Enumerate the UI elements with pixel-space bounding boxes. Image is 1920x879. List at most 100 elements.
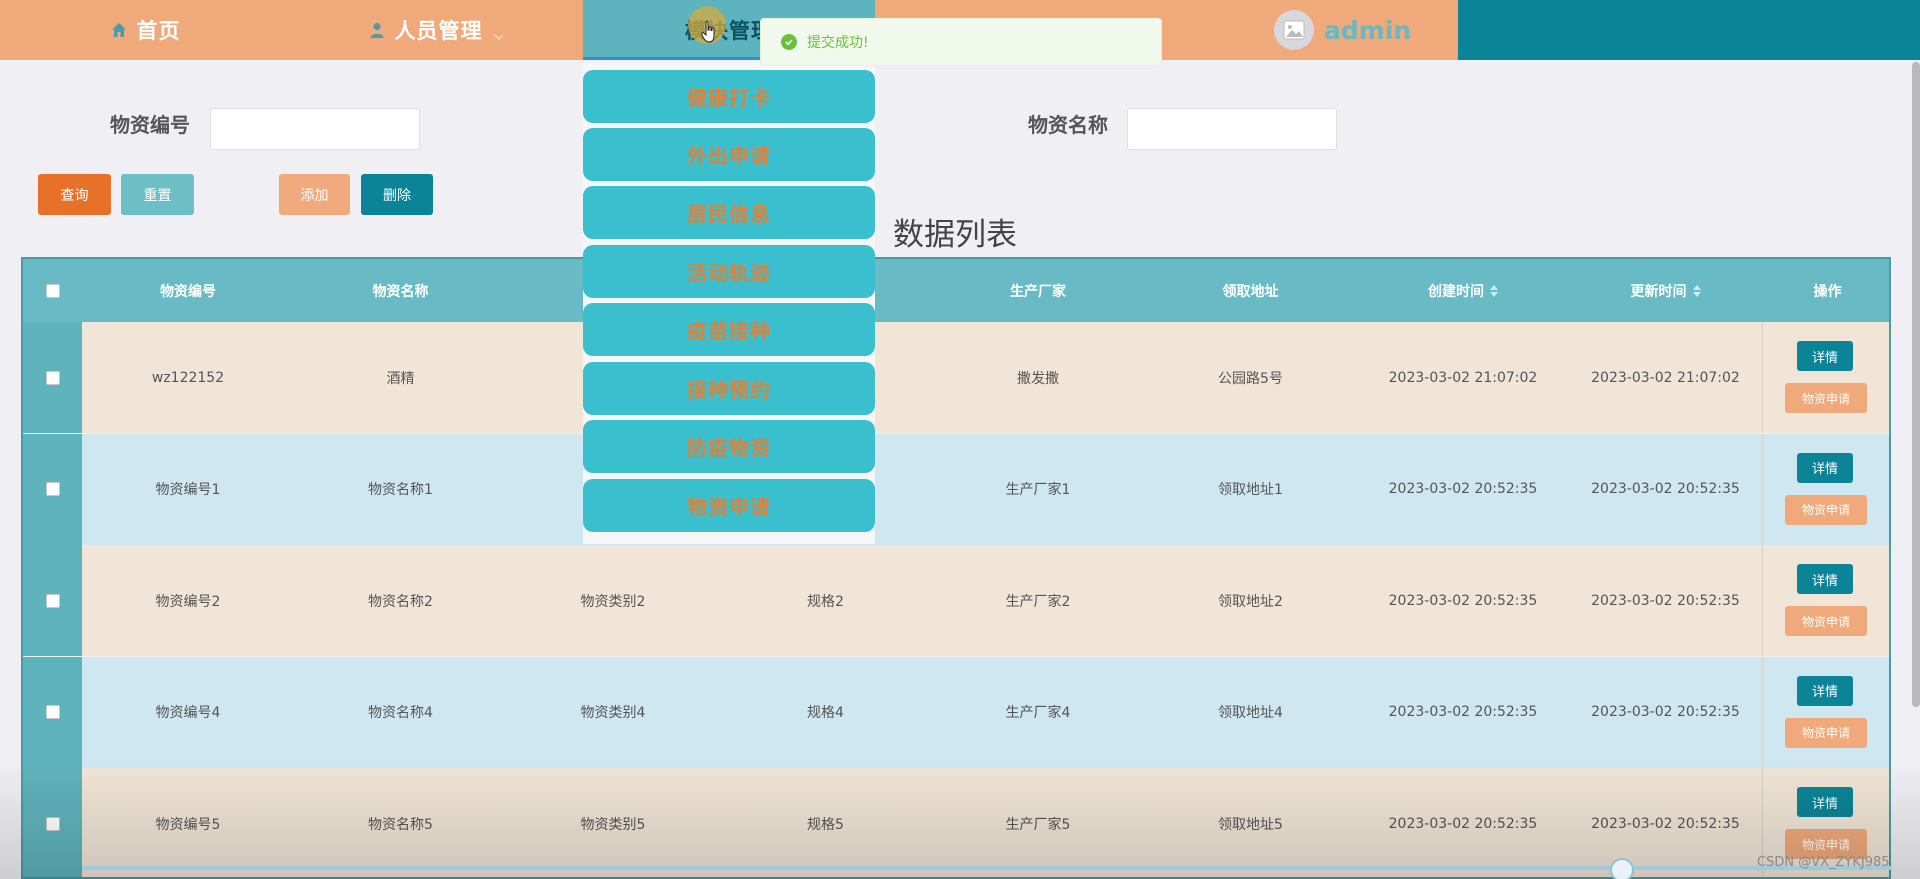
cell-manufacturer: 生产厂家5 — [1005, 816, 1071, 833]
row-checkbox[interactable] — [23, 768, 82, 877]
cell-created-time: 2023-03-02 21:07:02 — [1388, 369, 1538, 386]
cell-created-time: 2023-03-02 20:52:35 — [1388, 704, 1538, 720]
nav-home-label: 首页 — [136, 19, 181, 43]
cell-spec: 规格4 — [807, 705, 844, 721]
material-code-input[interactable] — [210, 108, 420, 150]
query-button[interactable]: 查询 — [38, 174, 111, 215]
row-checkbox[interactable] — [23, 322, 82, 433]
row-checkbox[interactable] — [23, 656, 82, 768]
cell-manufacturer: 生产厂家4 — [1005, 705, 1071, 721]
material-name-label: 物资名称 — [1028, 113, 1108, 137]
header-updated-time-label: 更新时间 — [1630, 283, 1687, 300]
cell-manufacturer: 生产厂家1 — [1005, 482, 1071, 498]
cell-material-name: 物资名称5 — [368, 816, 433, 833]
cell-created-time: 2023-03-02 20:52:35 — [1388, 592, 1538, 609]
header-manufacturer: 生产厂家 — [1010, 283, 1066, 300]
cell-pickup-address: 领取地址1 — [1218, 482, 1283, 498]
cell-material-name: 酒精 — [386, 370, 415, 387]
cell-material-name: 物资名称4 — [368, 705, 433, 721]
header-updated-time[interactable]: 更新时间 — [1569, 259, 1762, 322]
cell-pickup-address: 公园路5号 — [1218, 370, 1283, 387]
cell-updated-time: 2023-03-02 20:52:35 — [1591, 704, 1740, 720]
cell-manufacturer: 撒发撒 — [1017, 370, 1059, 387]
cell-spec: 规格2 — [807, 593, 844, 610]
module-dropdown-menu: 健康打卡 外出申请 居民信息 活动轨迹 疫苗接种 接种预约 防疫物资 物资申请 — [583, 62, 875, 544]
header-pickup-address: 领取地址 — [1222, 283, 1279, 300]
apply-supply-button[interactable]: 物资申请 — [1785, 383, 1867, 413]
reset-button[interactable]: 重置 — [121, 174, 194, 215]
select-all-checkbox[interactable] — [23, 259, 82, 322]
hand-cursor-icon — [701, 20, 717, 44]
check-circle-icon — [781, 34, 797, 50]
menu-item-supply-application[interactable]: 物资申请 — [583, 479, 875, 532]
detail-button[interactable]: 详情 — [1797, 452, 1853, 483]
navbar-right-strip — [1458, 0, 1920, 60]
row-checkbox[interactable] — [23, 433, 82, 545]
cell-material-category: 物资类别4 — [580, 705, 646, 721]
cell-created-time: 2023-03-02 20:52:35 — [1388, 481, 1538, 497]
cell-actions: 详情 物资申请 — [1762, 545, 1889, 656]
table-header: 物资编号 物资名称 物资类别 规格 生产厂家 领取地址 创建时间 更新时间 操作 — [23, 259, 1889, 322]
sort-icon[interactable] — [1692, 284, 1701, 297]
cell-material-name: 物资名称2 — [368, 593, 433, 610]
cell-material-category: 物资类别2 — [580, 593, 646, 610]
table-row: wz122152 酒精 撒发撒 公园路5号 2023-03-02 21:07:02 202… — [23, 322, 1889, 433]
apply-supply-button[interactable]: 物资申请 — [1785, 606, 1867, 636]
header-created-time[interactable]: 创建时间 — [1357, 259, 1569, 322]
menu-item-activity-track[interactable]: 活动轨迹 — [583, 245, 875, 298]
cell-updated-time: 2023-03-02 20:52:35 — [1591, 815, 1740, 832]
table-row: 物资编号4 物资名称4 物资类别4 规格4 生产厂家4 领取地址4 2023-03-02 2… — [23, 656, 1889, 768]
header-created-time-label: 创建时间 — [1428, 283, 1484, 300]
cell-material-name: 物资名称1 — [368, 482, 433, 498]
cell-material-category: 物资类别5 — [580, 816, 646, 833]
data-list-title: 数据列表 — [893, 217, 1017, 253]
vertical-scrollbar[interactable] — [1912, 62, 1920, 707]
menu-item-health-checkin[interactable]: 健康打卡 — [583, 70, 875, 123]
header-material-name: 物资名称 — [372, 283, 429, 300]
toast-message: 提交成功! — [807, 35, 869, 51]
cell-created-time: 2023-03-02 20:52:35 — [1388, 815, 1538, 832]
cell-updated-time: 2023-03-02 21:07:02 — [1591, 369, 1740, 386]
cell-material-code: 物资编号1 — [155, 482, 221, 498]
delete-button[interactable]: 删除 — [361, 174, 433, 215]
horizontal-scroll-handle[interactable] — [1610, 858, 1634, 879]
table-row: 物资编号2 物资名称2 物资类别2 规格2 生产厂家2 领取地址2 2023-03-02 2… — [23, 545, 1889, 656]
data-table: 物资编号 物资名称 物资类别 规格 生产厂家 领取地址 创建时间 更新时间 操作… — [21, 257, 1891, 879]
menu-item-outing-application[interactable]: 外出申请 — [583, 128, 875, 181]
detail-button[interactable]: 详情 — [1797, 564, 1853, 594]
menu-item-resident-info[interactable]: 居民信息 — [583, 186, 875, 239]
add-button[interactable]: 添加 — [279, 174, 350, 215]
menu-item-vaccination[interactable]: 疫苗接种 — [583, 303, 875, 356]
image-placeholder-icon — [1283, 20, 1305, 40]
apply-supply-button[interactable]: 物资申请 — [1785, 494, 1867, 525]
success-toast: 提交成功! — [760, 18, 1162, 66]
nav-home[interactable]: 首页 — [0, 0, 290, 60]
nav-person-management[interactable]: 人员管理 — [290, 0, 582, 60]
cell-updated-time: 2023-03-02 20:52:35 — [1591, 592, 1740, 609]
cell-manufacturer: 生产厂家2 — [1005, 593, 1071, 610]
material-code-label: 物资编号 — [110, 113, 190, 137]
detail-button[interactable]: 详情 — [1797, 341, 1853, 371]
material-name-input[interactable] — [1127, 108, 1337, 150]
cell-actions: 详情 物资申请 — [1762, 433, 1889, 545]
row-checkbox[interactable] — [23, 545, 82, 656]
sort-icon[interactable] — [1490, 284, 1498, 297]
cell-spec: 规格5 — [807, 816, 844, 833]
table-row: 物资编号5 物资名称5 物资类别5 规格5 生产厂家5 领取地址5 2023-03-02 2… — [23, 768, 1889, 877]
user-menu[interactable]: admin — [1274, 10, 1411, 50]
menu-item-epidemic-supplies[interactable]: 防疫物资 — [583, 420, 875, 473]
menu-item-vaccine-appointment[interactable]: 接种预约 — [583, 362, 875, 415]
username: admin — [1324, 15, 1412, 45]
apply-supply-button[interactable]: 物资申请 — [1785, 717, 1867, 748]
cell-actions: 详情 物资申请 — [1762, 656, 1889, 768]
watermark: CSDN @VX_ZYKJ985 — [1757, 855, 1890, 870]
header-material-code: 物资编号 — [160, 283, 216, 300]
cell-updated-time: 2023-03-02 20:52:35 — [1591, 481, 1740, 497]
cell-material-code: 物资编号4 — [155, 705, 221, 721]
detail-button[interactable]: 详情 — [1797, 787, 1853, 817]
detail-button[interactable]: 详情 — [1797, 675, 1853, 706]
header-actions: 操作 — [1813, 283, 1842, 300]
cell-pickup-address: 领取地址2 — [1218, 593, 1283, 610]
cell-material-code: wz122152 — [151, 369, 225, 386]
avatar — [1274, 10, 1314, 50]
